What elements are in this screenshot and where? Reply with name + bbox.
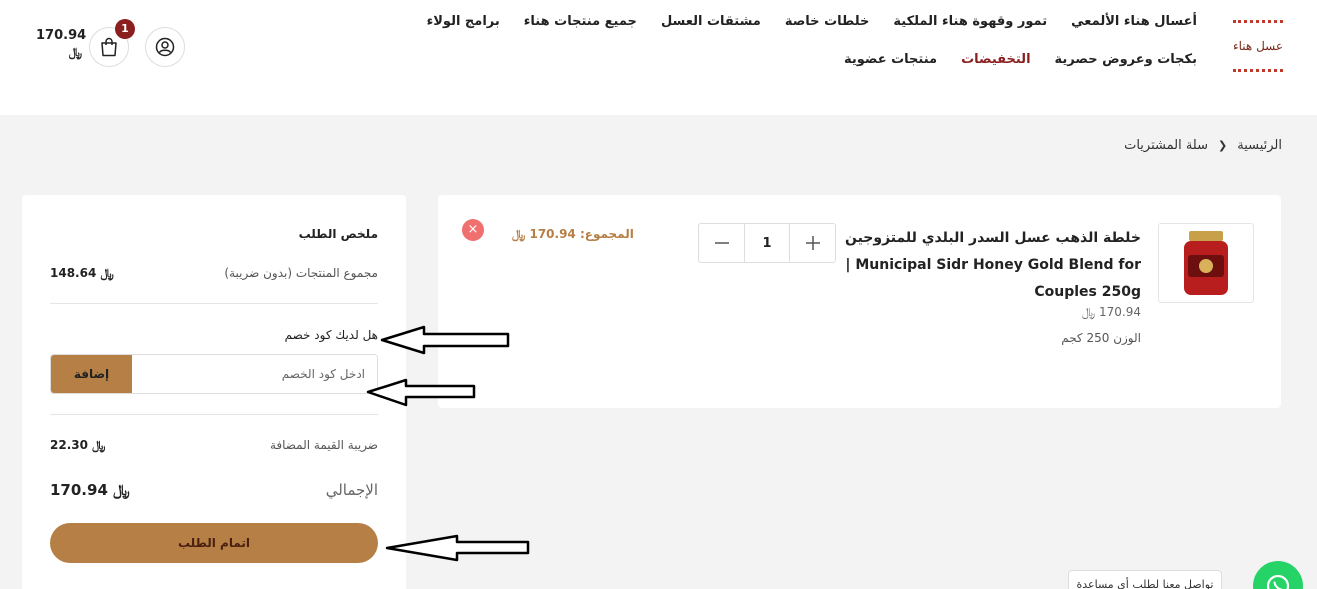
nav-item-all-products[interactable]: جميع منتجات هناء: [524, 10, 637, 34]
site-header: عسل هناء أعسال هناء الألمعي تمور وقهوة ه…: [0, 0, 1317, 115]
coupon-form: إضافة: [50, 354, 378, 394]
nav-item-honey-derivatives[interactable]: مشتقات العسل: [661, 10, 761, 34]
site-logo[interactable]: عسل هناء: [1233, 20, 1283, 72]
vat-value: 22.30 ﷼: [50, 438, 106, 452]
nav-item-dates-coffee[interactable]: تمور وقهوة هناء الملكية: [893, 10, 1047, 34]
summary-title: ملخص الطلب: [298, 227, 378, 241]
grand-total-label: الإجمالي: [325, 481, 378, 499]
breadcrumb-current: سلة المشتريات: [1124, 138, 1208, 153]
user-icon: [155, 37, 175, 57]
breadcrumb-home[interactable]: الرئيسية: [1237, 138, 1282, 153]
minus-icon: [714, 242, 729, 244]
product-weight: الوزن 250 كجم: [1061, 331, 1141, 345]
grand-total-row: الإجمالي 170.94 ﷼: [50, 481, 378, 505]
quantity-value[interactable]: 1: [744, 224, 790, 262]
apply-coupon-button[interactable]: إضافة: [51, 355, 132, 393]
nav-item-alalmai-honey[interactable]: أعسال هناء الألمعي: [1071, 10, 1197, 34]
coupon-question: هل لديك كود خصم: [284, 328, 378, 342]
product-title-line-2: Municipal Sidr Honey Gold Blend for |: [845, 257, 1141, 273]
annotation-arrow-icon: [380, 325, 510, 355]
item-total: المجموع: 170.94 ﷼: [512, 227, 634, 241]
subtotal-value: 148.64 ﷼: [50, 266, 114, 280]
vat-row: ضريبة القيمة المضافة 22.30 ﷼: [50, 438, 378, 458]
main-nav: أعسال هناء الألمعي تمور وقهوة هناء الملك…: [297, 10, 1197, 72]
subtotal-row: مجموع المنتجات (بدون ضريبة) 148.64 ﷼: [50, 266, 378, 286]
vat-label: ضريبة القيمة المضافة: [269, 438, 378, 452]
remove-item-button[interactable]: ×: [462, 219, 484, 241]
nav-item-packages[interactable]: بكجات وعروض حصرية: [1055, 48, 1197, 72]
annotation-arrow-icon: [385, 534, 530, 562]
whatsapp-tooltip[interactable]: تواصل معنا لطلب أي مساعدة: [1068, 570, 1222, 589]
chevron-left-icon: ❮: [1218, 139, 1228, 152]
nav-item-organic[interactable]: منتجات عضوية: [844, 48, 937, 72]
product-title[interactable]: خلطة الذهب عسل السدر البلدي للمتزوجين Mu…: [841, 225, 1141, 306]
nav-item-loyalty[interactable]: برامج الولاء: [427, 10, 500, 34]
close-icon: ×: [467, 222, 479, 237]
header-cart-total: 170.94 ﷼: [36, 28, 86, 60]
plus-icon: [805, 236, 820, 250]
subtotal-label: مجموع المنتجات (بدون ضريبة): [224, 266, 378, 280]
product-unit-price: 170.94 ﷼: [1081, 305, 1141, 319]
account-button[interactable]: [145, 27, 185, 67]
increase-quantity-button[interactable]: [790, 224, 835, 262]
nav-item-special-blends[interactable]: خلطات خاصة: [785, 10, 870, 34]
divider: [50, 414, 378, 415]
annotation-arrow-icon: [366, 378, 476, 407]
shopping-bag-icon: [101, 37, 117, 57]
checkout-button[interactable]: اتمام الطلب: [50, 523, 378, 563]
divider: [50, 303, 378, 304]
order-summary: ملخص الطلب مجموع المنتجات (بدون ضريبة) 1…: [22, 195, 406, 589]
whatsapp-icon: [1266, 574, 1290, 589]
coupon-input[interactable]: [132, 355, 377, 393]
breadcrumb: الرئيسية ❮ سلة المشتريات: [1124, 138, 1282, 153]
nav-item-sale[interactable]: التخفيضات: [961, 48, 1030, 72]
cart-item-card: خلطة الذهب عسل السدر البلدي للمتزوجين Mu…: [438, 195, 1281, 408]
quantity-stepper: 1: [698, 223, 836, 263]
cart-count-badge: 1: [115, 19, 135, 39]
cart-button[interactable]: 1: [89, 19, 135, 67]
product-image[interactable]: [1158, 223, 1254, 303]
whatsapp-button[interactable]: [1253, 561, 1303, 589]
honey-jar-image: [1184, 231, 1228, 295]
product-title-line-3: Couples 250g: [1034, 284, 1141, 300]
grand-total-value: 170.94 ﷼: [50, 481, 130, 499]
currency-symbol: ﷼: [68, 45, 82, 59]
header-cart-total-value: 170.94: [36, 28, 87, 43]
decrease-quantity-button[interactable]: [699, 224, 744, 262]
product-title-line-1: خلطة الذهب عسل السدر البلدي للمتزوجين: [844, 230, 1141, 246]
